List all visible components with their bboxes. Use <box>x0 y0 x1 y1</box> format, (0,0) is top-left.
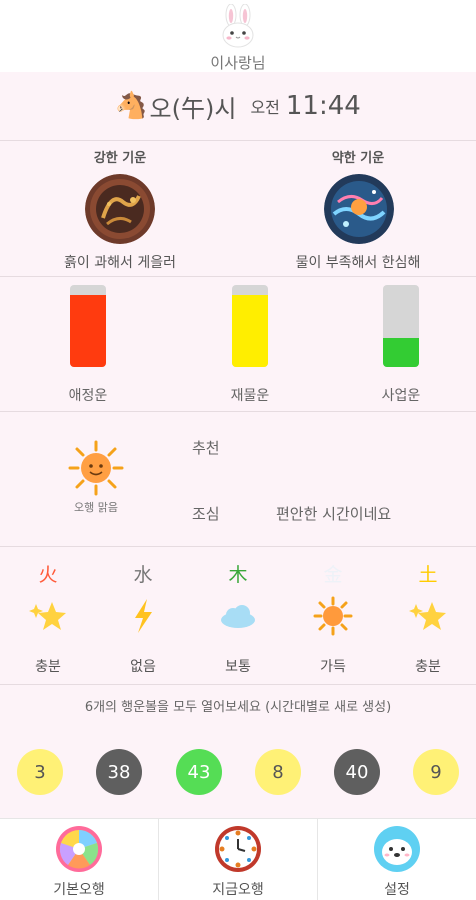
tab-basic-five-elements[interactable]: 기본오행 <box>0 819 158 900</box>
weather-caption: 오행 맑음 <box>74 501 118 514</box>
weak-energy-description: 물이 부족해서 한심해 <box>295 255 421 271</box>
divider <box>0 684 476 685</box>
career-fortune-gauge <box>383 285 419 367</box>
element-wood-char: 木 <box>228 564 248 586</box>
sun-icon <box>313 596 353 636</box>
strong-energy-description: 흙이 과해서 게을러 <box>64 255 176 271</box>
sparkle-star-icon <box>409 602 446 630</box>
tab-label: 설정 <box>384 882 410 898</box>
strong-energy-title: 강한 기운 <box>93 151 147 166</box>
love-fortune-gauge <box>70 285 106 367</box>
cloud-icon <box>221 605 255 628</box>
element-metal-status: 가득 <box>320 659 346 675</box>
caution-label: 조심 <box>192 505 220 523</box>
divider <box>0 411 476 412</box>
element-fire-icon <box>8 596 88 636</box>
sun-face-icon <box>68 440 124 496</box>
caution-value: 편안한 시간이네요 <box>276 505 392 523</box>
lucky-ball[interactable]: 9 <box>413 749 459 795</box>
divider <box>0 276 476 277</box>
element-fire-char: 火 <box>38 564 58 586</box>
wealth-fortune-gauge <box>232 285 268 367</box>
current-time-bar: 🐴 오(午)시 오전 11:44 <box>0 72 476 140</box>
gauge-fill <box>70 294 106 367</box>
lucky-ball[interactable]: 8 <box>255 749 301 795</box>
tab-label: 기본오행 <box>53 882 105 898</box>
tab-label: 지금오행 <box>212 882 264 898</box>
tab-now-five-elements[interactable]: 지금오행 <box>159 819 317 900</box>
rabbit-face-icon[interactable] <box>218 4 258 48</box>
lucky-ball[interactable]: 43 <box>176 749 222 795</box>
clock-time: 11:44 <box>285 91 361 121</box>
gauge-fill <box>232 294 268 367</box>
lightning-icon <box>135 599 152 633</box>
user-name: 이사랑님 <box>210 54 266 72</box>
element-metal-char: 金 <box>323 564 343 586</box>
bottom-tab-bar: 기본오행 지금오행 설정 <box>0 818 476 900</box>
zodiac-hour: 오(午)시 <box>149 94 237 123</box>
earth-dragon-emblem-icon[interactable] <box>85 174 155 244</box>
water-cosmic-emblem-icon[interactable] <box>324 174 394 244</box>
tab-settings[interactable]: 설정 <box>318 819 476 900</box>
lucky-ball[interactable]: 40 <box>334 749 380 795</box>
element-wood-icon <box>198 596 278 636</box>
lucky-ball[interactable]: 3 <box>17 749 63 795</box>
lucky-ball-message: 6개의 행운볼을 모두 열어보세요 (시간대별로 새로 생성) <box>84 700 392 715</box>
wealth-fortune-label: 재물운 <box>230 388 270 404</box>
divider <box>0 140 476 141</box>
element-earth-char: 土 <box>418 564 438 586</box>
ampm-label: 오전 <box>250 98 280 117</box>
element-water-icon <box>103 596 183 636</box>
element-metal-icon <box>293 596 373 636</box>
clock-wheel-icon <box>215 826 261 872</box>
lucky-ball[interactable]: 38 <box>96 749 142 795</box>
element-earth-status: 충분 <box>415 659 441 675</box>
element-water-char: 水 <box>133 564 153 586</box>
love-fortune-label: 애정운 <box>68 388 108 404</box>
element-fire-status: 충분 <box>35 659 61 675</box>
element-earth-icon <box>388 596 468 636</box>
career-fortune-label: 사업운 <box>381 388 421 404</box>
seal-face-icon <box>374 826 420 872</box>
element-wood-status: 보통 <box>225 659 251 675</box>
sparkle-star-icon <box>29 602 66 630</box>
app-header: 이사랑님 <box>0 0 476 72</box>
five-elements-wheel-icon <box>56 826 102 872</box>
divider <box>0 546 476 547</box>
weak-energy-title: 약한 기운 <box>331 151 385 166</box>
element-water-status: 없음 <box>130 659 156 675</box>
horse-face-icon: 🐴 <box>115 91 148 121</box>
gauge-fill <box>383 338 419 367</box>
recommend-label: 추천 <box>192 439 220 457</box>
